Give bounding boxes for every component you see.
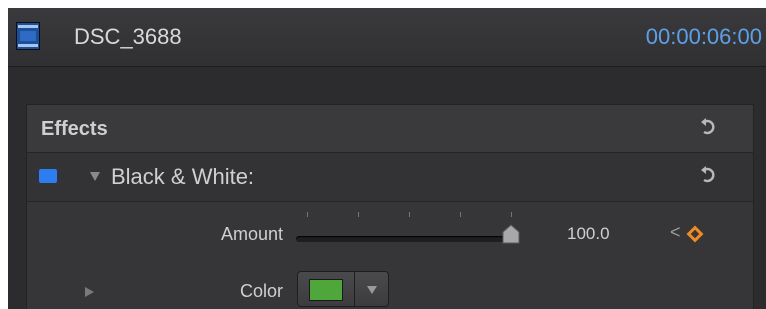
color-well[interactable]	[297, 271, 355, 307]
effects-panel: Effects Black & White: Amount 100.0 < Co…	[26, 104, 754, 309]
timecode: 00:00:06:00	[645, 24, 762, 49]
inspector-window: DSC_3688 00:00:06:00 Effects Black & Whi…	[8, 8, 766, 309]
slider-tick	[409, 212, 410, 217]
color-label: Color	[239, 281, 283, 301]
color-swatch	[309, 279, 343, 301]
amount-label: Amount	[220, 224, 283, 244]
amount-slider-thumb[interactable]	[501, 224, 521, 244]
disclosure-triangle-right-icon[interactable]	[85, 287, 94, 297]
effect-name: Black & White:	[111, 164, 255, 189]
inspector-header: DSC_3688 00:00:06:00	[8, 8, 766, 67]
chevron-down-icon	[367, 286, 377, 294]
film-clip-icon	[16, 22, 40, 50]
disclosure-triangle-down-icon[interactable]	[90, 172, 100, 181]
slider-tick	[307, 212, 308, 217]
effects-label: Effects	[41, 118, 108, 140]
clip-name: DSC_3688	[74, 24, 182, 49]
effects-section-header: Effects	[27, 105, 753, 153]
black-white-reset-icon[interactable]	[699, 165, 717, 187]
amount-parameter-row: Amount 100.0 <	[27, 202, 753, 256]
color-parameter-row: Color	[27, 257, 753, 309]
black-white-effect-row: Black & White:	[27, 153, 753, 202]
amount-value[interactable]: 100.0	[567, 224, 610, 244]
slider-tick	[460, 212, 461, 217]
chevron-left-icon[interactable]: <	[670, 222, 681, 243]
effects-reset-icon[interactable]	[699, 117, 717, 139]
keyframe-diamond-icon[interactable]	[686, 225, 704, 243]
color-dropdown-button[interactable]	[355, 271, 389, 307]
amount-slider[interactable]	[296, 236, 514, 242]
slider-tick	[358, 212, 359, 217]
slider-tick	[511, 212, 512, 217]
effect-enable-checkbox[interactable]	[39, 169, 57, 183]
